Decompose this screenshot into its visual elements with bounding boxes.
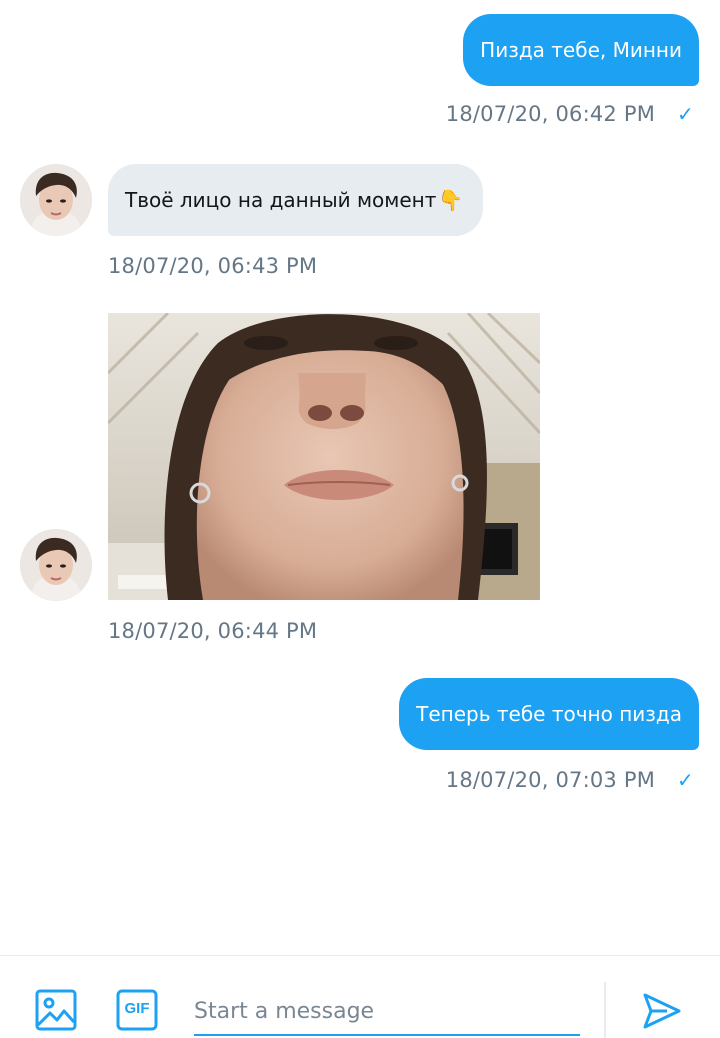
pointing-down-emoji: 👇	[438, 188, 464, 212]
outgoing-message-bubble[interactable]: Теперь тебе точно пизда	[399, 678, 699, 750]
check-icon: ✓	[677, 102, 694, 126]
message-image[interactable]	[108, 313, 540, 600]
check-icon: ✓	[677, 768, 694, 792]
send-icon[interactable]	[641, 990, 683, 1032]
message-text: Твоё лицо на данный момент	[125, 188, 437, 212]
divider	[604, 982, 606, 1038]
gif-label: GIF	[124, 1000, 150, 1017]
message-composer: GIF	[0, 955, 720, 1038]
message-timestamp: 18/07/20, 06:42 PM ✓	[445, 102, 694, 126]
message-text: Пизда тебе, Минни	[480, 38, 682, 62]
message-input[interactable]	[194, 992, 580, 1036]
message-text: Теперь тебе точно пизда	[416, 702, 682, 726]
message-timestamp: 18/07/20, 06:43 PM	[108, 254, 318, 278]
incoming-message-bubble[interactable]: Твоё лицо на данный момент 👇	[108, 164, 484, 236]
avatar[interactable]	[20, 529, 92, 601]
conversation-thread[interactable]: Пизда тебе, Минни 18/07/20, 06:42 PM ✓ Тв…	[0, 0, 720, 955]
image-icon[interactable]	[35, 989, 77, 1031]
message-timestamp: 18/07/20, 06:44 PM	[108, 619, 318, 643]
outgoing-message-bubble[interactable]: Пизда тебе, Минни	[463, 14, 699, 86]
gif-icon[interactable]: GIF	[116, 989, 158, 1031]
avatar[interactable]	[20, 164, 92, 236]
message-timestamp: 18/07/20, 07:03 PM ✓	[445, 768, 694, 792]
